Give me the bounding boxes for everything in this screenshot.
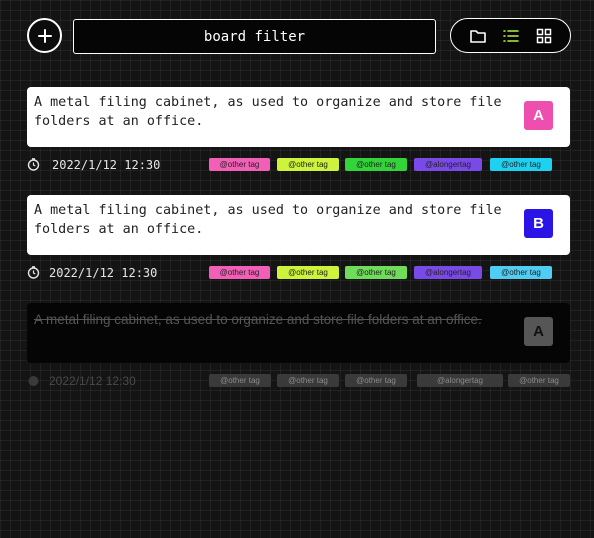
tag-chip[interactable]: @other tag: [345, 158, 407, 171]
card-badge: A: [524, 317, 553, 346]
tag-chip[interactable]: @alongertag: [414, 158, 482, 171]
tag-chip[interactable]: @other tag: [345, 266, 407, 279]
plus-icon: [37, 28, 52, 43]
list-icon: [502, 29, 519, 42]
view-switcher: [450, 18, 571, 53]
clock-icon: [28, 376, 39, 386]
card-text: A metal filing cabinet, as used to organ…: [34, 95, 502, 129]
tag-chip[interactable]: @alongertag: [417, 374, 503, 387]
card-badge: A: [524, 101, 553, 130]
card-date: 2022/1/12 12:30: [49, 266, 158, 280]
tag-chip[interactable]: @other tag: [508, 374, 570, 387]
tag-chip[interactable]: @other tag: [209, 374, 271, 387]
card-meta: 2022/1/12 12:30 @other tag @other tag @o…: [27, 157, 572, 173]
list-view-button[interactable]: [500, 25, 522, 47]
tag-chip[interactable]: @other tag: [277, 266, 339, 279]
board-filter-input[interactable]: [73, 19, 436, 54]
card-text: A metal filing cabinet, as used to organ…: [34, 312, 482, 327]
tag-chip[interactable]: @other tag: [277, 158, 339, 171]
grid-view-button[interactable]: [533, 25, 555, 47]
tag-chip[interactable]: @other tag: [490, 266, 552, 279]
clock-icon: [27, 158, 40, 171]
card[interactable]: A metal filing cabinet, as used to organ…: [27, 195, 570, 255]
add-card-button[interactable]: [27, 18, 62, 53]
clock-icon: [27, 266, 40, 279]
tag-chip[interactable]: @other tag: [345, 374, 407, 387]
folder-view-button[interactable]: [467, 25, 489, 47]
card-date: 2022/1/12 12:30: [49, 374, 136, 388]
tag-chip[interactable]: @other tag: [277, 374, 339, 387]
tag-chip[interactable]: @other tag: [209, 158, 270, 171]
card-date: 2022/1/12 12:30: [52, 158, 161, 172]
card-badge: B: [524, 209, 553, 238]
card[interactable]: A metal filing cabinet, as used to organ…: [27, 87, 570, 147]
folder-icon: [469, 29, 486, 43]
tag-chip[interactable]: @other tag: [490, 158, 552, 171]
tag-chip[interactable]: @alongertag: [414, 266, 482, 279]
card-completed[interactable]: A metal filing cabinet, as used to organ…: [27, 303, 570, 363]
card-meta: 2022/1/12 12:30 @other tag @other tag @o…: [27, 373, 572, 389]
card-text: A metal filing cabinet, as used to organ…: [34, 203, 502, 237]
tag-chip[interactable]: @other tag: [209, 266, 270, 279]
grid-icon: [536, 28, 551, 43]
card-meta: 2022/1/12 12:30 @other tag @other tag @o…: [27, 265, 572, 281]
